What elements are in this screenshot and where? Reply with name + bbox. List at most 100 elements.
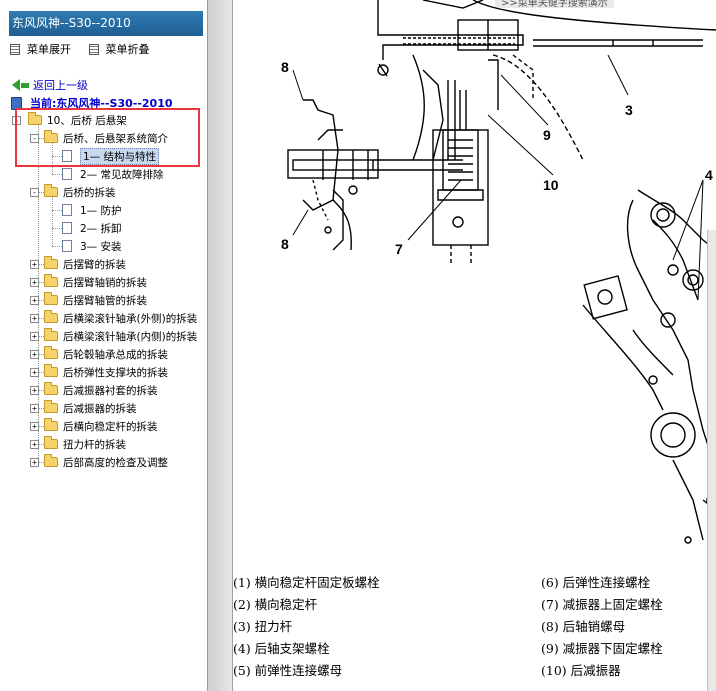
document-icon bbox=[62, 222, 72, 234]
callout-4: 4 bbox=[705, 167, 713, 183]
app-title-bar: 东风风神--S30--2010 bbox=[9, 11, 203, 36]
menu-toolbar: 菜单展开 菜单折叠 bbox=[10, 41, 164, 58]
folder-icon bbox=[44, 310, 58, 323]
back-link-label: 返回上一级 bbox=[33, 79, 88, 92]
book-icon bbox=[11, 96, 22, 110]
navigation-frame: 东风风神--S30--2010 菜单展开 菜单折叠 返回上一级 当前:东风风神-… bbox=[0, 0, 208, 691]
folder-icon bbox=[44, 400, 58, 413]
tree-item-label: 扭力杆的拆装 bbox=[63, 438, 126, 451]
folder-icon bbox=[44, 436, 58, 449]
hub-assembly bbox=[287, 54, 463, 251]
tree-item-label: 2— 常见故障排除 bbox=[80, 168, 164, 181]
folder-icon bbox=[44, 346, 58, 359]
legend-item: (9) 减振器下固定螺栓 bbox=[541, 641, 663, 656]
tree-folder-item[interactable]: + 后减振器的拆装 bbox=[30, 399, 137, 417]
legend-item: (8) 后轴销螺母 bbox=[541, 619, 626, 634]
expand-toggle[interactable]: + bbox=[30, 404, 39, 413]
menu-expand-button[interactable]: 菜单展开 bbox=[10, 41, 71, 57]
tree-item-label: 后摆臂轴管的拆装 bbox=[63, 294, 147, 307]
collapse-toggle[interactable]: - bbox=[12, 116, 21, 125]
folder-icon bbox=[44, 454, 58, 467]
tree-folder-item[interactable]: + 后横向稳定杆的拆装 bbox=[30, 417, 158, 435]
menu-collapse-label: 菜单折叠 bbox=[105, 43, 150, 56]
menu-collapse-button[interactable]: 菜单折叠 bbox=[88, 41, 150, 57]
tree-item-label: 后减振器的拆装 bbox=[63, 402, 137, 415]
tree-folder-item[interactable]: - 后桥、后悬架系统简介 bbox=[30, 129, 168, 147]
document-view: >>菜单关键字搜索演示 8 3 9 10 7 8 4 (1) 横向稳定杆固定板螺… bbox=[233, 0, 716, 691]
tree-item-label: 后桥、后悬架系统简介 bbox=[63, 132, 168, 145]
expand-toggle[interactable]: + bbox=[30, 296, 39, 305]
tree-item-label: 后横向稳定杆的拆装 bbox=[63, 420, 158, 433]
tree-doc-item[interactable]: 2— 拆卸 bbox=[62, 219, 122, 237]
legend-item: (6) 后弹性连接螺栓 bbox=[541, 575, 651, 590]
folder-icon bbox=[44, 256, 58, 269]
tree-folder-item[interactable]: + 后摆臂轴销的拆装 bbox=[30, 273, 147, 291]
tree-root[interactable]: - 10、后桥 后悬架 bbox=[12, 111, 127, 129]
expand-toggle[interactable]: + bbox=[30, 332, 39, 341]
expand-toggle[interactable]: + bbox=[30, 440, 39, 449]
tree-item-label: 2— 拆卸 bbox=[80, 222, 122, 235]
tree-doc-item[interactable]: 3— 安装 bbox=[62, 237, 122, 255]
frame-splitter[interactable] bbox=[208, 0, 233, 691]
tree-folder-item[interactable]: + 后横梁滚针轴承(内侧)的拆装 bbox=[30, 327, 197, 345]
legend-item: (4) 后轴支架螺栓 bbox=[233, 641, 330, 656]
legend-item: (1) 横向稳定杆固定板螺栓 bbox=[233, 575, 380, 590]
legend-item: (5) 前弹性连接螺母 bbox=[233, 663, 343, 678]
tree-item-label: 后横梁滚针轴承(内侧)的拆装 bbox=[63, 330, 198, 343]
tree-doc-item[interactable]: 1— 结构与特性 bbox=[62, 147, 160, 165]
folder-icon bbox=[44, 184, 58, 197]
current-location-label: 当前:东风风神--S30--2010 bbox=[30, 97, 173, 110]
expand-toggle[interactable]: + bbox=[30, 368, 39, 377]
tree-folder-item[interactable]: + 后部高度的检查及调整 bbox=[30, 453, 168, 471]
tree-folder-item[interactable]: + 后摆臂的拆装 bbox=[30, 255, 126, 273]
folder-icon bbox=[44, 382, 58, 395]
rear-arm-bracket bbox=[582, 189, 716, 544]
collapse-toggle[interactable]: - bbox=[30, 134, 39, 143]
legend-item: (3) 扭力杆 bbox=[233, 619, 293, 634]
back-arrow-icon bbox=[12, 79, 20, 91]
document-icon bbox=[62, 240, 72, 252]
collapse-toggle[interactable]: - bbox=[30, 188, 39, 197]
tree-item-label: 后轮毂轴承总成的拆装 bbox=[63, 348, 168, 361]
tree-root-label: 10、后桥 后悬架 bbox=[47, 114, 127, 127]
tree-folder-item[interactable]: + 后轮毂轴承总成的拆装 bbox=[30, 345, 168, 363]
tree-doc-item[interactable]: 1— 防护 bbox=[62, 201, 122, 219]
callout-9: 9 bbox=[543, 127, 551, 143]
tree-item-label: 3— 安装 bbox=[80, 240, 122, 253]
expand-toggle[interactable]: + bbox=[30, 260, 39, 269]
folder-icon bbox=[44, 130, 58, 143]
tree-folder-item[interactable]: + 后桥弹性支撑块的拆装 bbox=[30, 363, 168, 381]
expand-toggle[interactable]: + bbox=[30, 386, 39, 395]
content-frame: >>菜单关键字搜索演示 8 3 9 10 7 8 4 (1) 横向稳定杆固定板螺… bbox=[208, 0, 716, 691]
expand-toggle[interactable]: + bbox=[30, 458, 39, 467]
folder-icon bbox=[44, 418, 58, 431]
tree-item-label: 后横梁滚针轴承(外侧)的拆装 bbox=[63, 312, 198, 325]
document-icon bbox=[62, 168, 72, 180]
expand-toggle[interactable]: + bbox=[30, 278, 39, 287]
tree-item-label: 后桥的拆装 bbox=[63, 186, 116, 199]
callout-8-top: 8 bbox=[281, 59, 289, 75]
vertical-scrollbar[interactable] bbox=[707, 230, 716, 691]
legend-item: (10) 后减振器 bbox=[541, 663, 621, 678]
tree-folder-item[interactable]: + 后减振器衬套的拆装 bbox=[30, 381, 158, 399]
tree-item-label: 后减振器衬套的拆装 bbox=[63, 384, 158, 397]
tree-doc-item[interactable]: 2— 常见故障排除 bbox=[62, 165, 164, 183]
shock-absorber bbox=[432, 90, 489, 265]
back-link[interactable]: 返回上一级 bbox=[12, 77, 88, 93]
tree-item-label: 1— 结构与特性 bbox=[80, 147, 160, 165]
folder-icon bbox=[44, 328, 58, 341]
list-icon bbox=[10, 43, 20, 55]
document-icon bbox=[62, 150, 72, 162]
tree-folder-item[interactable]: + 后横梁滚针轴承(外侧)的拆装 bbox=[30, 309, 197, 327]
tree-item-label: 后部高度的检查及调整 bbox=[63, 456, 168, 469]
tree-item-label: 后桥弹性支撑块的拆装 bbox=[63, 366, 168, 379]
expand-toggle[interactable]: + bbox=[30, 350, 39, 359]
expand-toggle[interactable]: + bbox=[30, 314, 39, 323]
expand-toggle[interactable]: + bbox=[30, 422, 39, 431]
tree-folder-item[interactable]: + 后摆臂轴管的拆装 bbox=[30, 291, 147, 309]
tree-folder-item[interactable]: + 扭力杆的拆装 bbox=[30, 435, 126, 453]
tree-folder-item[interactable]: - 后桥的拆装 bbox=[30, 183, 116, 201]
legend-item: (7) 减振器上固定螺栓 bbox=[541, 597, 663, 612]
rear-suspension-diagram: 8 3 9 10 7 8 4 bbox=[281, 0, 716, 544]
folder-icon bbox=[44, 274, 58, 287]
